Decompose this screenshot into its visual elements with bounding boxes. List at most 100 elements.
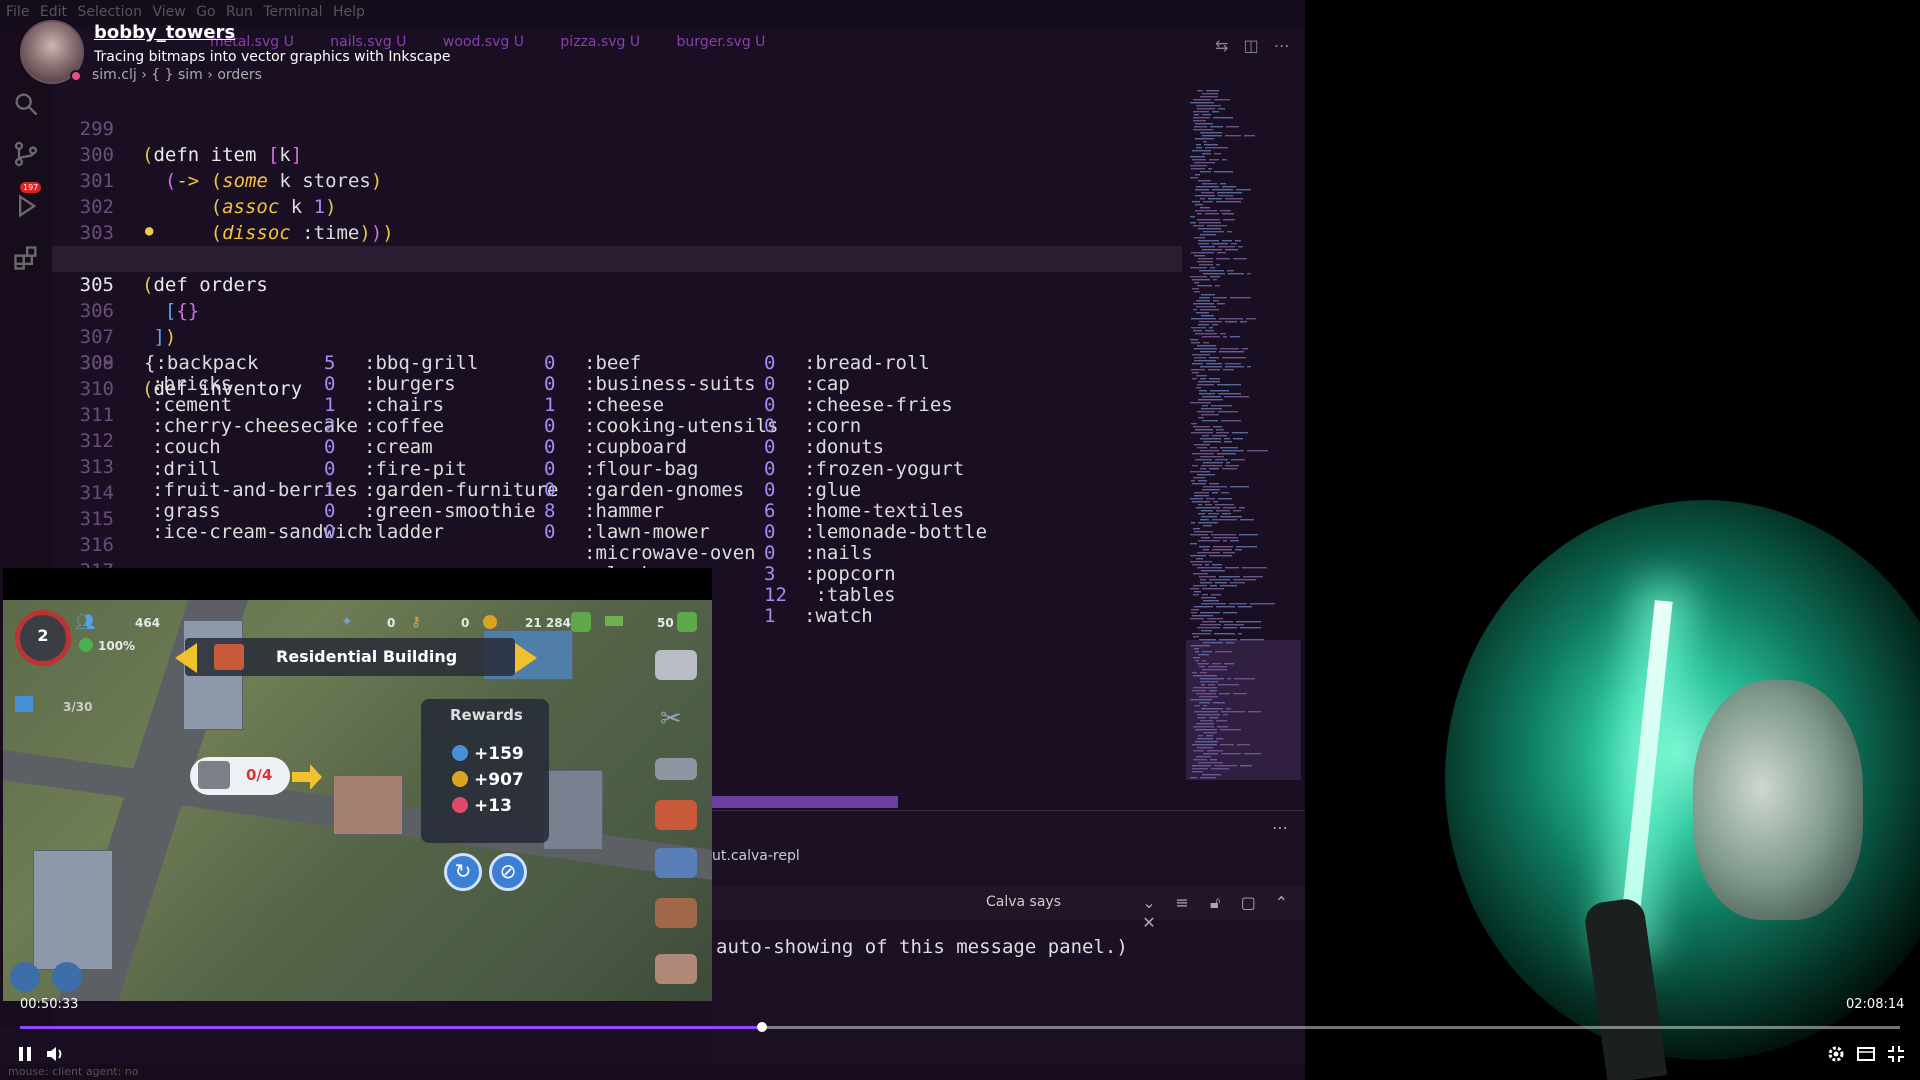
minimap-line (1222, 240, 1232, 242)
breadcrumb-symbol[interactable]: orders (217, 67, 262, 83)
minimap-line (1193, 426, 1210, 428)
minimap-line (1213, 300, 1219, 302)
minimap-line (1220, 447, 1238, 449)
minimap-line (1191, 423, 1197, 425)
run-debug-icon[interactable] (12, 192, 40, 220)
minimap-line (1196, 300, 1210, 302)
menu-go[interactable]: Go (196, 4, 215, 20)
services-icon[interactable] (655, 954, 697, 984)
residential-icon[interactable] (655, 800, 697, 830)
minimap-line (1220, 333, 1226, 335)
minimap-line (1196, 375, 1207, 377)
minimap-line (1228, 273, 1244, 275)
minimap-line (1192, 564, 1202, 566)
minimap-line (1220, 348, 1239, 350)
lock-icon[interactable]: 🔓︎ (1201, 893, 1229, 913)
minimap-slider[interactable] (1186, 640, 1301, 780)
source-control-icon[interactable] (12, 140, 40, 168)
minimap-line (1193, 120, 1206, 122)
minimap-line (1195, 204, 1203, 206)
minimap-line (1201, 597, 1216, 599)
minimap-line (1193, 225, 1204, 227)
minimap-line (1218, 195, 1233, 197)
menu-view[interactable]: View (152, 4, 185, 20)
pause-button[interactable] (14, 1044, 36, 1066)
live-indicator-icon (70, 70, 82, 82)
theatre-mode-button[interactable] (1855, 1044, 1877, 1066)
minimap-line (1191, 168, 1205, 170)
capacity-value: 3/30 (63, 700, 93, 714)
minimap-line (1201, 192, 1214, 194)
menu-help[interactable]: Help (333, 4, 365, 20)
rotate-button[interactable]: ↻ (444, 853, 482, 891)
seek-thumb[interactable] (756, 1022, 767, 1032)
population-icon (452, 745, 468, 761)
minimap-line (1233, 579, 1256, 581)
menu-run[interactable]: Run (226, 4, 253, 20)
settings-button[interactable] (1825, 1044, 1847, 1066)
tab-nails[interactable]: nails.svg U (330, 34, 406, 50)
minimap-line (1213, 546, 1233, 548)
editor-tabs: metal.svg U nails.svg U wood.svg U pizza… (210, 34, 797, 50)
webcam-feed (1305, 0, 1920, 1080)
more-actions-icon[interactable]: ⋯ (1274, 36, 1290, 55)
minimap-line (1238, 606, 1252, 608)
split-editor-icon[interactable]: ◫ (1244, 36, 1259, 55)
previous-building-arrow-icon[interactable] (173, 641, 199, 675)
minimap-line (1224, 441, 1232, 443)
menu-edit[interactable]: Edit (40, 4, 67, 20)
breadcrumb-namespace[interactable]: { } sim (151, 67, 203, 83)
tools-icon[interactable]: ✂ (660, 704, 682, 734)
lightbulb-icon[interactable]: ● (145, 218, 153, 244)
minimap-line (1222, 159, 1227, 161)
social-icon[interactable] (10, 962, 40, 992)
chevron-up-icon[interactable]: ⌃ (1267, 893, 1295, 912)
add-cash-icon[interactable] (677, 612, 697, 632)
minimap-line (1225, 135, 1241, 137)
tab-pizza[interactable]: pizza.svg U (560, 34, 640, 50)
minimap-line (1208, 198, 1222, 200)
factory-icon[interactable] (655, 848, 697, 878)
menu-selection[interactable]: Selection (77, 4, 142, 20)
tab-burger[interactable]: burger.svg U (677, 34, 766, 50)
minimap-line (1202, 93, 1218, 95)
minimap-line (1206, 90, 1219, 92)
reward-population-value: +159 (474, 744, 524, 764)
next-building-arrow-icon[interactable] (513, 641, 539, 675)
search-icon[interactable] (12, 90, 40, 118)
minimap-line (1221, 420, 1241, 422)
minimap-line (1196, 558, 1203, 560)
extensions-icon[interactable] (12, 244, 40, 272)
channel-name[interactable]: bobby_towers (94, 22, 235, 43)
fullscreen-button[interactable] (1885, 1044, 1907, 1066)
chevron-right-icon: › (141, 67, 152, 83)
close-icon[interactable]: ✕ (1135, 913, 1163, 932)
tab-wood[interactable]: wood.svg U (443, 34, 524, 50)
breadcrumb-file[interactable]: sim.clj (92, 67, 137, 83)
minimap-line (1219, 318, 1243, 320)
minimap-line (1202, 153, 1211, 155)
minimap-line (1235, 549, 1242, 551)
maximize-panel-icon[interactable]: ▢ (1234, 893, 1262, 912)
chevron-down-icon[interactable]: ⌄ (1135, 893, 1163, 912)
mail-icon[interactable] (52, 962, 82, 992)
compare-icon[interactable]: ⇆ (1215, 36, 1228, 55)
store-icon[interactable] (655, 650, 697, 680)
clear-output-icon[interactable]: ≡ (1168, 893, 1196, 912)
volume-button[interactable] (44, 1044, 66, 1066)
minimap-line (1197, 108, 1215, 110)
minimap-line (1220, 210, 1231, 212)
minimap-line (1205, 147, 1228, 149)
game-overlay: 2 464 👥︎ 100% 3/30 ✦ 0 ⚷ 0 21 284 50 (3, 568, 712, 1001)
menu-file[interactable]: File (6, 4, 29, 20)
road-icon[interactable] (655, 758, 697, 780)
commercial-icon[interactable] (655, 898, 697, 928)
menu-terminal[interactable]: Terminal (263, 4, 322, 20)
cancel-button[interactable]: ⊘ (489, 853, 527, 891)
horizontal-scrollbar[interactable] (712, 796, 898, 808)
minimap-line (1218, 393, 1241, 395)
code-line: 299 (defn item [k] (52, 90, 1182, 166)
panel-more-icon[interactable]: ⋯ (1272, 818, 1288, 837)
add-coins-icon[interactable] (571, 612, 591, 632)
building-title: Residential Building (276, 647, 458, 666)
